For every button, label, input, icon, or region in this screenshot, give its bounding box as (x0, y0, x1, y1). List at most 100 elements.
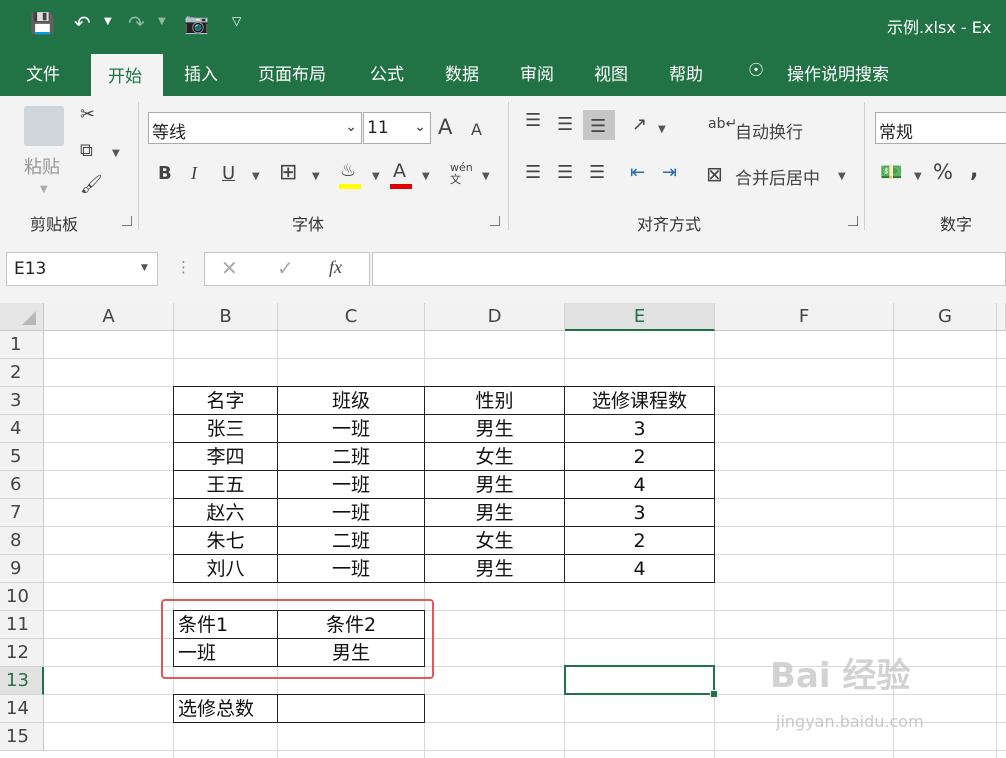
font-color-icon[interactable]: A (393, 160, 406, 182)
row-header-12[interactable]: 12 (0, 639, 44, 667)
decrease-indent-icon[interactable]: ⇤ (630, 162, 645, 183)
paste-dropdown-icon[interactable]: ▼ (40, 184, 48, 195)
table-cell[interactable]: 男生 (424, 470, 565, 499)
align-middle-icon[interactable]: ☰ (557, 114, 573, 135)
orientation-icon[interactable]: ↗ (632, 114, 647, 135)
tab-file[interactable]: 文件 (26, 60, 60, 85)
table-cell[interactable]: 二班 (277, 526, 425, 555)
tell-me-search[interactable]: 操作说明搜索 (787, 60, 889, 85)
phonetic-dropdown-icon[interactable]: ▼ (482, 171, 490, 182)
table-cell[interactable]: 女生 (424, 442, 565, 471)
table-header-cell[interactable]: 名字 (173, 386, 278, 415)
table-cell[interactable]: 一班 (277, 470, 425, 499)
undo-icon[interactable]: ↶ (74, 11, 91, 35)
name-box-dropdown-icon[interactable]: ▼ (141, 263, 148, 273)
accounting-format-icon[interactable]: 💵 (880, 162, 902, 183)
bold-button[interactable]: B (158, 163, 172, 184)
copy-icon[interactable]: ⧉ (80, 140, 93, 161)
font-size-select[interactable]: 11 ⌄ (363, 112, 431, 144)
formula-input[interactable] (372, 252, 1006, 286)
table-cell[interactable]: 4 (564, 470, 715, 499)
tab-home[interactable]: 开始 (91, 54, 163, 96)
tab-review[interactable]: 审阅 (520, 60, 554, 85)
table-cell[interactable]: 男生 (424, 414, 565, 443)
paste-button[interactable]: 粘贴 (24, 153, 60, 179)
row-header-11[interactable]: 11 (0, 611, 44, 639)
row-header-9[interactable]: 9 (0, 555, 44, 583)
total-label[interactable]: 选修总数 (173, 694, 278, 723)
insert-function-button[interactable]: fx (329, 257, 342, 278)
column-header-H[interactable] (997, 303, 1006, 331)
merge-center-dropdown-icon[interactable]: ▼ (838, 171, 846, 182)
column-header-A[interactable]: A (44, 303, 174, 331)
total-value-cell[interactable] (277, 694, 425, 723)
orientation-dropdown-icon[interactable]: ▼ (658, 124, 666, 135)
table-cell[interactable]: 王五 (173, 470, 278, 499)
name-box[interactable]: E13 ▼ (6, 252, 158, 286)
column-header-F[interactable]: F (715, 303, 894, 331)
column-header-B[interactable]: B (174, 303, 278, 331)
shrink-font-icon[interactable]: A (471, 120, 482, 139)
alignment-launcher-icon[interactable] (848, 216, 858, 226)
tab-help[interactable]: 帮助 (669, 60, 703, 85)
row-header-2[interactable]: 2 (0, 359, 44, 387)
column-header-G[interactable]: G (894, 303, 997, 331)
column-header-E[interactable]: E (565, 303, 715, 331)
align-right-icon[interactable]: ☰ (589, 162, 605, 183)
table-header-cell[interactable]: 选修课程数 (564, 386, 715, 415)
column-header-C[interactable]: C (278, 303, 425, 331)
italic-button[interactable]: I (191, 163, 197, 184)
undo-dropdown-icon[interactable]: ▼ (104, 16, 112, 27)
table-cell[interactable]: 一班 (277, 414, 425, 443)
table-cell[interactable]: 李四 (173, 442, 278, 471)
format-painter-icon[interactable]: 🖌 (80, 174, 103, 195)
underline-dropdown-icon[interactable]: ▼ (252, 171, 260, 182)
select-all-corner[interactable] (0, 303, 44, 331)
table-cell[interactable]: 一班 (277, 498, 425, 527)
fill-color-dropdown-icon[interactable]: ▼ (372, 171, 380, 182)
tab-insert[interactable]: 插入 (184, 60, 218, 85)
tab-data[interactable]: 数据 (445, 60, 479, 85)
table-cell[interactable]: 二班 (277, 442, 425, 471)
table-cell[interactable]: 女生 (424, 526, 565, 555)
table-cell[interactable]: 刘八 (173, 554, 278, 583)
copy-dropdown-icon[interactable]: ▼ (112, 148, 120, 159)
fill-handle[interactable] (710, 690, 718, 698)
table-header-cell[interactable]: 班级 (277, 386, 425, 415)
tab-page-layout[interactable]: 页面布局 (258, 60, 326, 85)
clipboard-launcher-icon[interactable] (122, 216, 132, 226)
align-top-icon[interactable]: ☰ (525, 110, 541, 131)
row-header-6[interactable]: 6 (0, 471, 44, 499)
table-header-cell[interactable]: 性别 (424, 386, 565, 415)
wrap-text-button[interactable]: 自动换行 (735, 118, 803, 143)
customize-qat-icon[interactable]: ▽ (232, 14, 241, 28)
font-name-select[interactable]: 等线 ⌄ (148, 112, 362, 144)
comma-style-button[interactable]: , (970, 158, 978, 183)
align-center-icon[interactable]: ☰ (557, 162, 573, 183)
row-header-15[interactable]: 15 (0, 723, 44, 751)
table-cell[interactable]: 男生 (424, 498, 565, 527)
row-header-14[interactable]: 14 (0, 695, 44, 723)
percent-style-button[interactable]: % (933, 160, 953, 184)
table-cell[interactable]: 4 (564, 554, 715, 583)
column-header-D[interactable]: D (425, 303, 565, 331)
underline-button[interactable]: U (222, 163, 235, 184)
font-color-dropdown-icon[interactable]: ▼ (422, 171, 430, 182)
table-cell[interactable]: 男生 (424, 554, 565, 583)
row-header-10[interactable]: 10 (0, 583, 44, 611)
accounting-dropdown-icon[interactable]: ▼ (914, 171, 922, 182)
phonetic-guide-icon[interactable]: wén 文 (450, 162, 473, 186)
paste-icon[interactable] (24, 106, 64, 146)
row-header-3[interactable]: 3 (0, 387, 44, 415)
tab-formulas[interactable]: 公式 (370, 60, 404, 85)
table-cell[interactable]: 2 (564, 442, 715, 471)
save-icon[interactable]: 💾 (30, 11, 55, 35)
table-cell[interactable]: 3 (564, 498, 715, 527)
row-header-8[interactable]: 8 (0, 527, 44, 555)
table-cell[interactable]: 一班 (277, 554, 425, 583)
borders-dropdown-icon[interactable]: ▼ (312, 171, 320, 182)
camera-icon[interactable]: 📷 (184, 11, 209, 35)
font-launcher-icon[interactable] (490, 216, 500, 226)
active-cell-E13[interactable] (564, 665, 715, 695)
formula-bar-grip-icon[interactable]: ⋮ (176, 258, 191, 276)
